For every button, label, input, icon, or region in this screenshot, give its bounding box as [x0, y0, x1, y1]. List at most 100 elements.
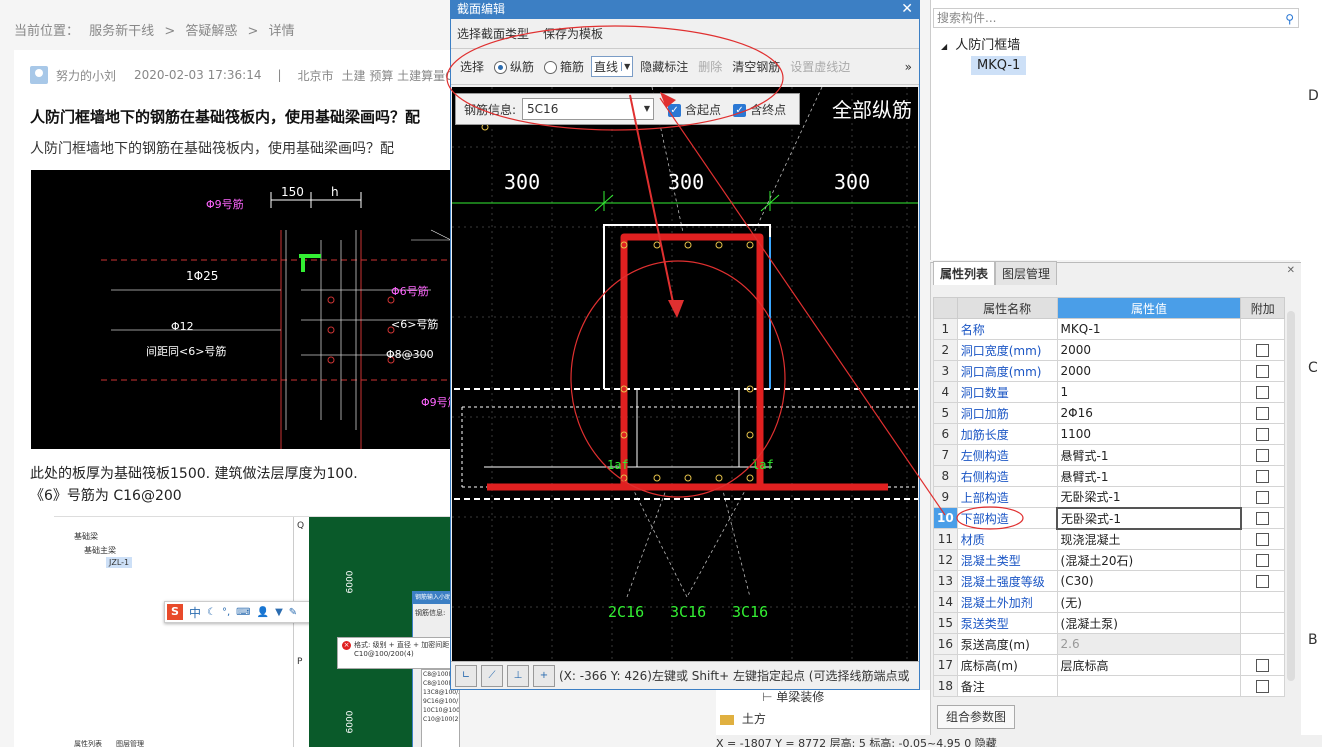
search-icon[interactable]: ⚲	[1285, 10, 1294, 28]
property-value[interactable]: 现浇混凝土	[1056, 528, 1242, 550]
shot-tree-root: 基础梁	[74, 532, 98, 541]
tab-property-list[interactable]: 属性列表	[933, 261, 996, 285]
extra-checkbox[interactable]	[1256, 491, 1270, 504]
author-name[interactable]: 努力的小刘	[56, 67, 116, 84]
row-index: 3	[933, 360, 958, 382]
property-name: 下部构造	[956, 507, 1058, 529]
property-row[interactable]: 1 名称 MKQ-1	[933, 318, 1285, 340]
extra-checkbox[interactable]	[1256, 575, 1270, 588]
include-start-checkbox[interactable]: ✓ 含起点	[668, 101, 721, 118]
property-row[interactable]: 16 泵送高度(m) 2.6	[933, 633, 1285, 655]
property-row[interactable]: 13 混凝土强度等级 (C30)	[933, 570, 1285, 592]
radio-longitudinal[interactable]: 纵筋	[491, 56, 537, 77]
property-row[interactable]: 4 洞口数量 1	[933, 381, 1285, 403]
extra-checkbox[interactable]	[1256, 344, 1270, 357]
extra-checkbox[interactable]	[1256, 470, 1270, 483]
avatar[interactable]	[30, 66, 48, 84]
tree-node-root[interactable]: ◢ 人防门框墙	[941, 34, 1020, 53]
property-row[interactable]: 9 上部构造 无卧梁式-1	[933, 486, 1285, 508]
dropdown-arrow-icon[interactable]: ▼	[644, 99, 650, 119]
property-value[interactable]: 2000	[1056, 339, 1242, 361]
property-row[interactable]: 2 洞口宽度(mm) 2000	[933, 339, 1285, 361]
property-row[interactable]: 12 混凝土类型 (混凝土20石)	[933, 549, 1285, 571]
property-value[interactable]: 悬臂式-1	[1056, 444, 1242, 466]
extra-checkbox[interactable]	[1256, 386, 1270, 399]
property-value[interactable]: 2.6	[1056, 633, 1242, 655]
property-row[interactable]: 8 右侧构造 悬臂式-1	[933, 465, 1285, 487]
dropdown-arrow-icon[interactable]: ▼	[621, 62, 630, 71]
component-search-input[interactable]: 搜索构件... ⚲	[933, 8, 1299, 28]
include-end-checkbox[interactable]: ✓ 含终点	[733, 101, 786, 118]
snap-icon[interactable]: ⊥	[507, 664, 529, 687]
extra-checkbox[interactable]	[1256, 680, 1270, 693]
tab-layer-manager[interactable]: 图层管理	[995, 261, 1058, 285]
anchor-label-left: 1af	[607, 458, 629, 472]
property-row[interactable]: 18 备注	[933, 675, 1285, 697]
grid-icon[interactable]: +	[533, 664, 555, 687]
property-value[interactable]: (混凝土泵)	[1056, 612, 1242, 634]
property-row[interactable]: 14 混凝土外加剂 (无)	[933, 591, 1285, 613]
property-row[interactable]: 3 洞口高度(mm) 2000	[933, 360, 1285, 382]
cad-label-1: 1Φ25	[186, 269, 218, 283]
dialog-titlebar[interactable]: 截面编辑 ✕	[451, 1, 919, 19]
radio-stirrup[interactable]: 箍筋	[541, 56, 587, 77]
extra-checkbox[interactable]	[1256, 533, 1270, 546]
property-row[interactable]: 15 泵送类型 (混凝土泵)	[933, 612, 1285, 634]
property-value[interactable]: MKQ-1	[1056, 318, 1242, 340]
earthwork-label: 土方	[741, 712, 766, 726]
property-row[interactable]: 7 左侧构造 悬臂式-1	[933, 444, 1285, 466]
tree-item-beam-decor[interactable]: ⊢ 单梁装修	[762, 688, 824, 705]
delete-button[interactable]: 删除	[695, 56, 725, 77]
property-scrollbar[interactable]	[1287, 311, 1295, 681]
extra-checkbox[interactable]	[1256, 449, 1270, 462]
select-button[interactable]: 选择	[457, 56, 487, 77]
property-value[interactable]: 层底标高	[1056, 654, 1242, 676]
property-row[interactable]: 10 下部构造 无卧梁式-1	[933, 506, 1285, 530]
breadcrumb-link-service[interactable]: 服务新干线	[89, 24, 154, 39]
set-dashed-edge-button[interactable]: 设置虚线边	[787, 56, 853, 77]
draw-mode-select[interactable]: 直线 ▼	[591, 56, 634, 77]
rebar-info-input[interactable]: 5C16 ▼	[522, 98, 655, 120]
property-row[interactable]: 17 底标高(m) 层底标高	[933, 654, 1285, 676]
menu-save-template[interactable]: 保存为模板	[543, 25, 603, 42]
tree-item-earthwork[interactable]: 土方	[720, 710, 766, 727]
property-row[interactable]: 6 加筋长度 1100	[933, 423, 1285, 445]
close-icon[interactable]: ✕	[1287, 265, 1295, 276]
extra-checkbox[interactable]	[1256, 512, 1270, 525]
side-axis-label-c: C	[1308, 360, 1318, 376]
extra-checkbox[interactable]	[1256, 554, 1270, 567]
property-row[interactable]: 5 洞口加筋 2Φ16	[933, 402, 1285, 424]
property-name: 泵送类型	[956, 612, 1058, 634]
property-value[interactable]: (C30)	[1056, 570, 1242, 592]
section-canvas[interactable]: 全部纵筋 300 300 300 1af laf 2C16 3C16 3C16 …	[452, 87, 918, 663]
property-value[interactable]	[1056, 675, 1242, 697]
property-value[interactable]: 1100	[1056, 423, 1242, 445]
property-value[interactable]: 无卧梁式-1	[1056, 506, 1242, 530]
property-value[interactable]: (无)	[1056, 591, 1242, 613]
ortho-icon[interactable]: ∟	[455, 664, 477, 687]
property-row[interactable]: 11 材质 现浇混凝土	[933, 528, 1285, 550]
breadcrumb-link-qa[interactable]: 答疑解惑	[185, 24, 237, 39]
tree-root-label: 人防门框墙	[955, 38, 1021, 53]
tree-node-mkq1[interactable]: MKQ-1	[971, 56, 1027, 75]
polar-icon[interactable]: ⟋	[481, 664, 503, 687]
dim-label-3: 300	[834, 170, 870, 194]
combo-params-button[interactable]: 组合参数图	[937, 705, 1016, 729]
extra-checkbox[interactable]	[1256, 659, 1270, 672]
extra-checkbox[interactable]	[1256, 365, 1270, 378]
property-value[interactable]: 2Φ16	[1056, 402, 1242, 424]
more-tools-button[interactable]: »	[902, 58, 915, 76]
hide-mark-button[interactable]: 隐藏标注	[637, 56, 691, 77]
property-value[interactable]: 悬臂式-1	[1056, 465, 1242, 487]
property-value[interactable]: 无卧梁式-1	[1056, 486, 1242, 508]
property-value[interactable]: (混凝土20石)	[1056, 549, 1242, 571]
property-value[interactable]: 1	[1056, 381, 1242, 403]
property-value[interactable]: 2000	[1056, 360, 1242, 382]
collapse-triangle-icon[interactable]: ◢	[941, 42, 947, 51]
shot-tree-pane: 基础梁 基础主梁 JZL-1 S 中 ☾ °, ⌨ 👤 ▼ ✎ 属性列表 图层管…	[54, 517, 344, 747]
extra-checkbox[interactable]	[1256, 428, 1270, 441]
menu-select-section-type[interactable]: 选择截面类型	[457, 25, 529, 42]
clear-rebar-button[interactable]: 清空钢筋	[729, 56, 783, 77]
dialog-close-button[interactable]: ✕	[901, 1, 913, 17]
extra-checkbox[interactable]	[1256, 407, 1270, 420]
